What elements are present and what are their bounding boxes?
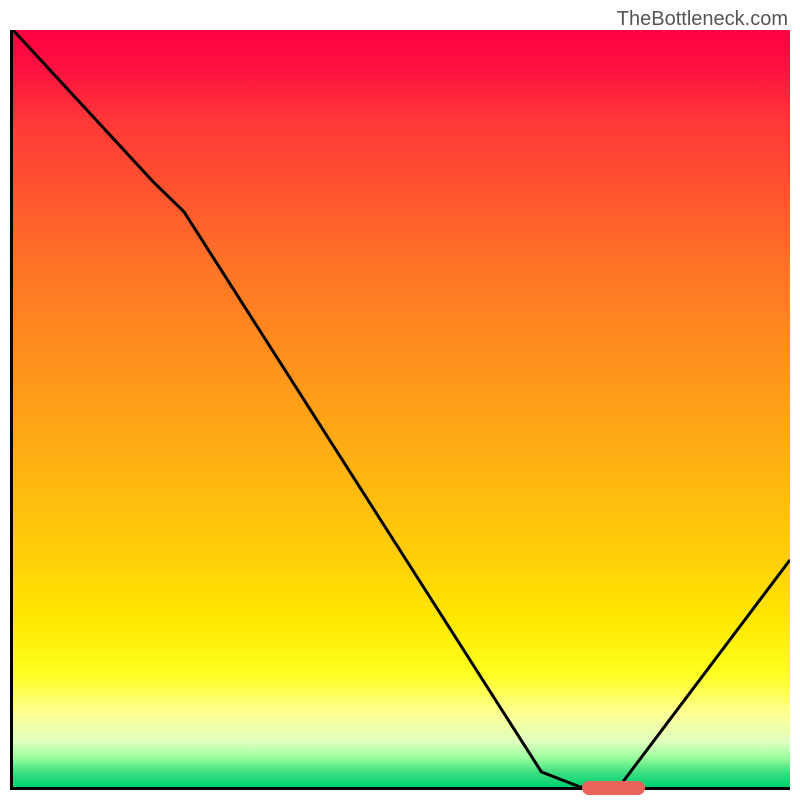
bottleneck-line xyxy=(13,30,790,787)
chart-area xyxy=(10,30,790,790)
watermark-text: TheBottleneck.com xyxy=(617,8,788,31)
optimal-marker xyxy=(582,781,644,795)
